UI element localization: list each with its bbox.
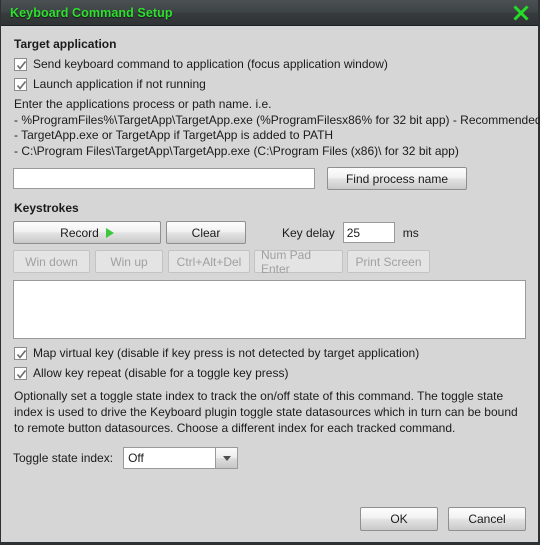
checkbox-box	[14, 366, 27, 380]
ok-label: OK	[390, 512, 408, 526]
toggle-state-index-label: Toggle state index:	[13, 451, 114, 465]
toggle-state-description: Optionally set a toggle state index to t…	[14, 389, 518, 435]
keyboard-command-setup-dialog: Keyboard Command Setup Target applicatio…	[0, 0, 540, 545]
process-path-input[interactable]	[13, 168, 315, 189]
clear-label: Clear	[191, 225, 221, 240]
checkbox-label: Allow key repeat (disable for a toggle k…	[33, 366, 289, 380]
checkbox-label: Send keyboard command to application (fo…	[33, 57, 388, 71]
checkbox-map-virtual-key[interactable]: Map virtual key (disable if key press is…	[14, 346, 526, 360]
target-application-heading: Target application	[14, 37, 117, 51]
checkbox-allow-key-repeat[interactable]: Allow key repeat (disable for a toggle k…	[14, 366, 526, 380]
cancel-label: Cancel	[468, 512, 506, 526]
cancel-button[interactable]: Cancel	[448, 507, 526, 531]
key-delay-label: Key delay	[282, 225, 335, 240]
hint-line: - C:\Program Files\TargetApp\TargetApp.e…	[14, 143, 459, 158]
key-delay-input[interactable]	[342, 222, 395, 243]
checkbox-box	[14, 57, 27, 71]
hint-line: Enter the applications process or path n…	[14, 97, 272, 111]
checkbox-box	[14, 346, 27, 360]
print-screen-label: Print Screen	[355, 254, 422, 269]
find-process-name-button[interactable]: Find process name	[327, 167, 467, 190]
checkbox-box	[14, 77, 27, 91]
close-icon	[512, 4, 530, 22]
num-pad-enter-button[interactable]: Num Pad Enter	[254, 247, 343, 276]
process-name-hint: Enter the applications process or path n…	[14, 97, 540, 159]
record-label: Record	[60, 225, 99, 240]
toggle-state-index-select[interactable]: Off	[123, 447, 239, 469]
keystrokes-heading: Keystrokes	[14, 201, 79, 215]
dialog-content: Target application Send keyboard command…	[1, 26, 540, 542]
ctrl-alt-del-label: Ctrl+Alt+Del	[176, 254, 242, 269]
keystrokes-textarea[interactable]	[13, 280, 526, 339]
checkbox-label: Map virtual key (disable if key press is…	[33, 346, 420, 360]
win-up-button[interactable]: Win up	[95, 250, 163, 273]
dialog-footer: OK Cancel	[360, 507, 526, 531]
win-up-label: Win up	[110, 254, 148, 269]
clear-button[interactable]: Clear	[166, 221, 246, 244]
play-triangle-icon	[105, 227, 114, 238]
checkbox-send-keyboard-command[interactable]: Send keyboard command to application (fo…	[14, 57, 526, 71]
win-down-button[interactable]: Win down	[13, 250, 90, 273]
record-button[interactable]: Record	[13, 221, 161, 244]
ctrl-alt-del-button[interactable]: Ctrl+Alt+Del	[168, 250, 250, 273]
hint-line: - %ProgramFiles%\TargetApp\TargetApp.exe…	[14, 112, 540, 127]
close-button[interactable]	[508, 1, 534, 25]
num-pad-enter-label: Num Pad Enter	[261, 247, 312, 276]
key-delay-unit: ms	[402, 225, 419, 240]
find-process-name-label: Find process name	[345, 171, 449, 186]
titlebar: Keyboard Command Setup	[1, 0, 538, 26]
win-down-label: Win down	[25, 254, 78, 269]
ok-button[interactable]: OK	[360, 507, 438, 531]
checkbox-launch-application[interactable]: Launch application if not running	[14, 77, 526, 91]
chevron-down-icon[interactable]	[215, 447, 239, 469]
hint-line: - TargetApp.exe or TargetApp if TargetAp…	[14, 128, 334, 142]
print-screen-button[interactable]: Print Screen	[347, 250, 430, 273]
page-title: Keyboard Command Setup	[10, 5, 173, 20]
checkbox-label: Launch application if not running	[33, 77, 206, 91]
toggle-state-index-value: Off	[123, 447, 216, 469]
